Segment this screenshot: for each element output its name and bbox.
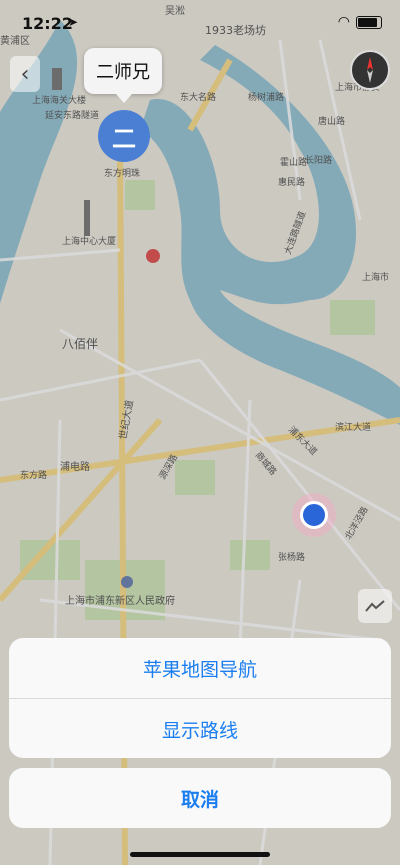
home-indicator[interactable] [130,852,270,857]
pin-text: 二 [112,124,136,153]
show-route-button[interactable]: 显示路线 [9,699,391,758]
trend-icon [365,600,385,612]
location-arrow-icon: ➤ [68,15,79,29]
action-sheet: 苹果地图导航 显示路线 [9,638,391,758]
map-layers-button[interactable] [358,589,392,623]
status-bar: 12:22 ➤ ◠ [0,0,400,46]
cancel-button[interactable]: 取消 [9,768,391,828]
back-button[interactable]: ‹ [10,56,40,92]
user-location-dot [300,501,328,529]
map-callout[interactable]: 二师兄 [84,48,162,103]
wifi-icon: ◠ [337,14,350,30]
battery-icon [356,15,382,29]
chevron-left-icon: ‹ [20,61,30,87]
cancel-sheet: 取消 [9,768,391,828]
callout-title: 二师兄 [96,62,150,83]
map-pin[interactable]: 二 [98,110,150,162]
compass-icon[interactable] [350,50,390,90]
apple-maps-navigation-button[interactable]: 苹果地图导航 [9,638,391,698]
status-right: ◠ [338,14,382,30]
status-time: 12:22 [22,14,73,33]
